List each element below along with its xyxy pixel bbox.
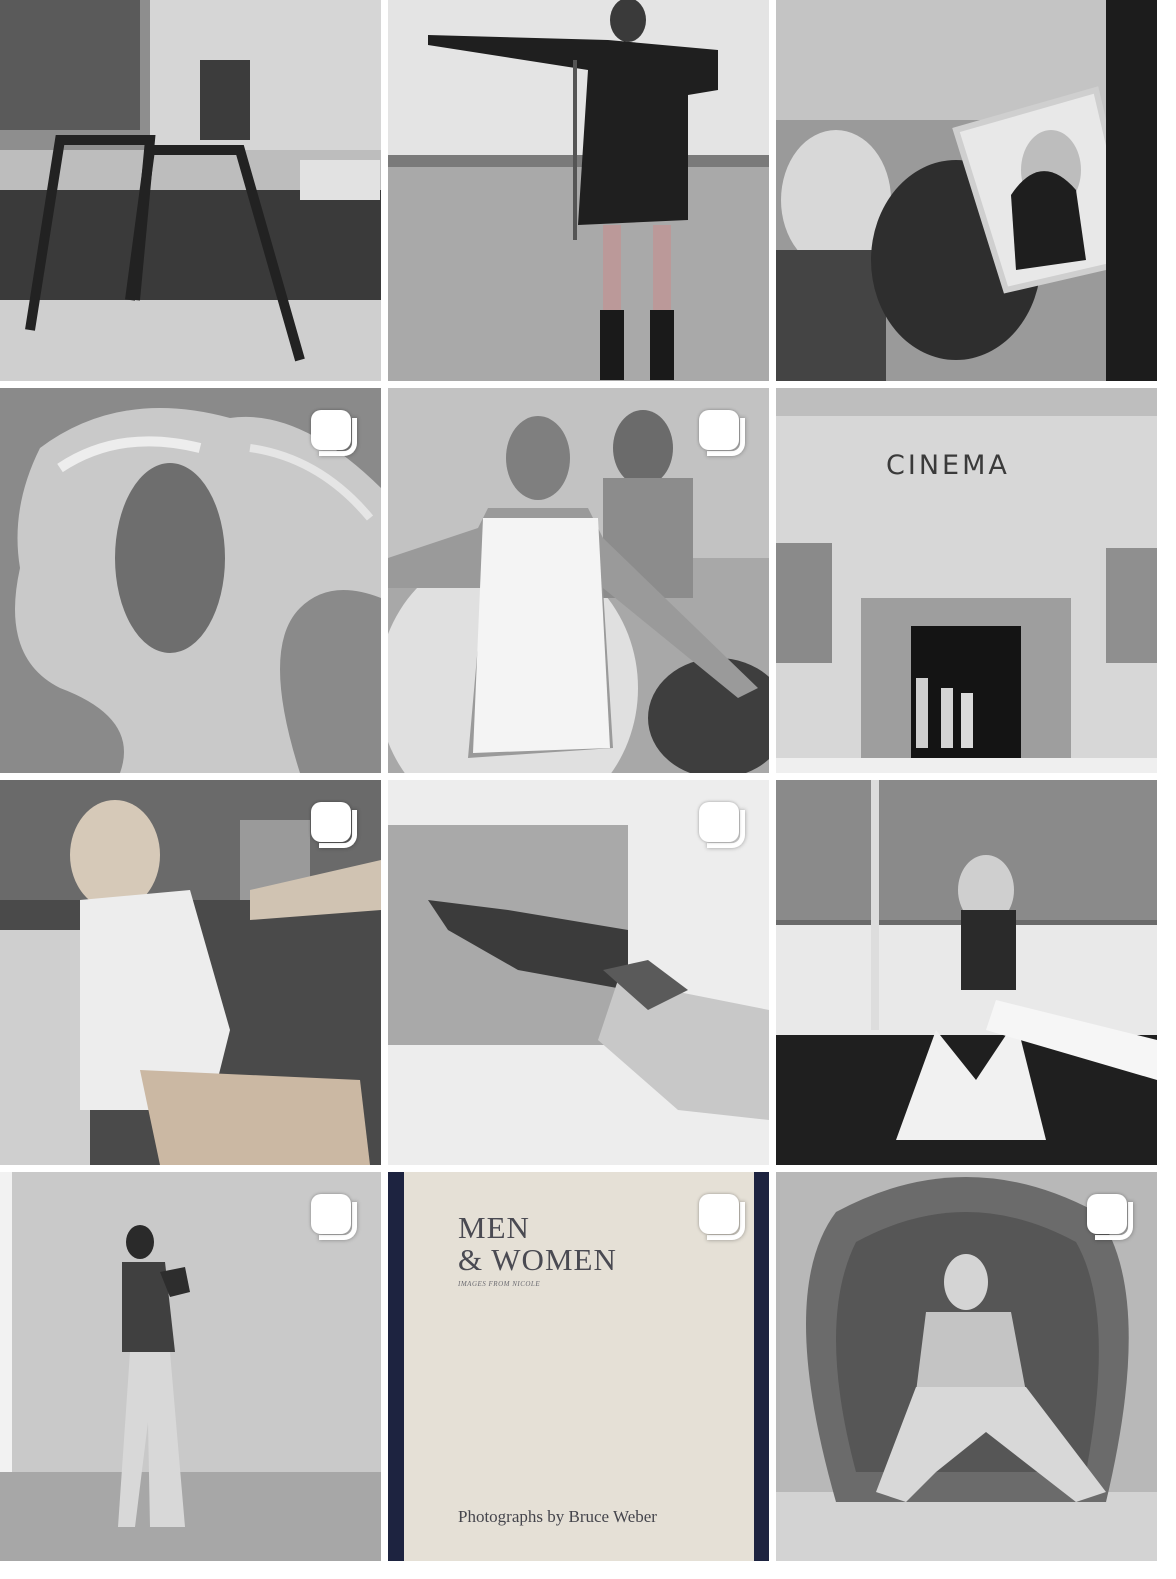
- carousel-icon: [311, 410, 361, 460]
- cinema-facade-image: [776, 388, 1157, 773]
- photo-pool-ladder[interactable]: [0, 0, 381, 381]
- photo-splash[interactable]: [776, 780, 1157, 1165]
- carousel-icon: [699, 1194, 749, 1244]
- book-subtitle: IMAGES FROM NICOLE: [458, 1280, 541, 1288]
- photo-sculpture[interactable]: [0, 388, 381, 773]
- book-credit: Photographs by Bruce Weber: [458, 1507, 657, 1526]
- carousel-icon: [1087, 1194, 1137, 1244]
- book-title-line1: MEN: [458, 1210, 530, 1245]
- pool-ladder-image: [0, 0, 381, 381]
- photo-grid: CINEMA: [0, 0, 1176, 1579]
- carousel-icon: [311, 802, 361, 852]
- photo-hands[interactable]: [388, 780, 769, 1165]
- film-set-mirror-image: [776, 0, 1157, 381]
- carousel-icon: [699, 410, 749, 460]
- book-title-line2: & WOMEN: [458, 1242, 617, 1277]
- photo-wicker-chair[interactable]: [776, 1172, 1157, 1561]
- photo-man-wall[interactable]: [0, 1172, 381, 1561]
- cinema-sign-text: CINEMA: [886, 450, 1010, 481]
- carousel-icon: [311, 1194, 361, 1244]
- photo-woman-field[interactable]: [388, 0, 769, 381]
- photo-pool-float[interactable]: [388, 388, 769, 773]
- woman-field-image: [388, 0, 769, 381]
- carousel-icon: [699, 802, 749, 852]
- photo-book-cover[interactable]: [388, 1172, 769, 1561]
- photo-woman-chair[interactable]: [0, 780, 381, 1165]
- splash-image: [776, 780, 1157, 1165]
- photo-film-set-mirror[interactable]: [776, 0, 1157, 381]
- photo-cinema-facade[interactable]: CINEMA: [776, 388, 1157, 773]
